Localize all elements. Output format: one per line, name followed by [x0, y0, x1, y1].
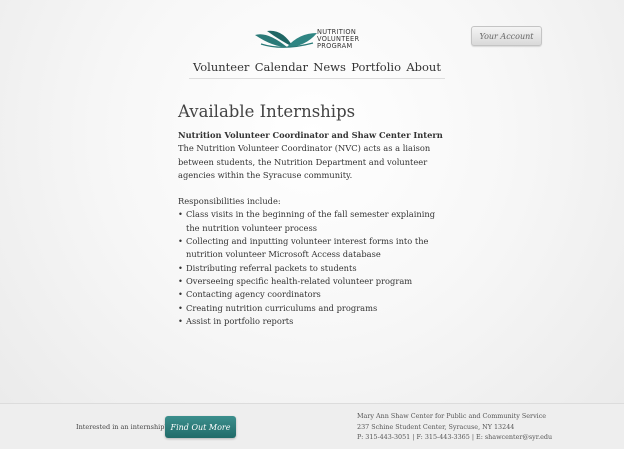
list-item: Class visits in the beginning of the fal… [178, 208, 450, 235]
responsibilities-list: Class visits in the beginning of the fal… [178, 208, 450, 328]
main-nav: Volunteer Calendar News Portfolio About [189, 59, 445, 79]
nav-item-portfolio[interactable]: Portfolio [351, 59, 401, 78]
list-item: Contacting agency coordinators [178, 288, 450, 302]
nav-item-volunteer[interactable]: Volunteer [193, 59, 249, 78]
nav-item-calendar[interactable]: Calendar [255, 59, 308, 78]
job-title: Nutrition Volunteer Coordinator and Shaw… [178, 130, 443, 140]
page-title: Available Internships [178, 102, 356, 121]
list-item: Assist in portfolio reports [178, 315, 450, 329]
logo-text: NUTRITION VOLUNTEER PROGRAM [317, 28, 359, 50]
list-item: Distributing referral packets to student… [178, 262, 450, 276]
nav-item-news[interactable]: News [313, 59, 346, 78]
logo-line: PROGRAM [317, 41, 353, 50]
list-item: Collecting and inputting volunteer inter… [178, 235, 450, 262]
contact-address: Mary Ann Shaw Center for Public and Comm… [357, 411, 552, 443]
find-out-more-button[interactable]: Find Out More [165, 416, 236, 438]
your-account-button[interactable]: Your Account [471, 26, 542, 46]
logo[interactable]: NUTRITION VOLUNTEER PROGRAM [253, 25, 373, 53]
internship-content: Nutrition Volunteer Coordinator and Shaw… [178, 129, 450, 328]
responsibilities-heading: Responsibilities include: [178, 196, 281, 207]
address-line: P: 315-443-3051 | F: 315-443-3365 | E: s… [357, 433, 553, 441]
job-description: The Nutrition Volunteer Coordinator (NVC… [178, 143, 431, 180]
internship-question: Interested in an internship? [76, 423, 168, 431]
nav-item-about[interactable]: About [406, 59, 441, 78]
list-item: Overseeing specific health-related volun… [178, 275, 450, 289]
leaf-logo-icon [255, 30, 317, 48]
address-line: 237 Schine Student Center, Syracuse, NY … [357, 422, 515, 431]
footer: Interested in an internship? Find Out Mo… [0, 403, 624, 449]
address-line: Mary Ann Shaw Center for Public and Comm… [357, 412, 547, 420]
list-item: Creating nutrition curriculums and progr… [178, 302, 450, 316]
